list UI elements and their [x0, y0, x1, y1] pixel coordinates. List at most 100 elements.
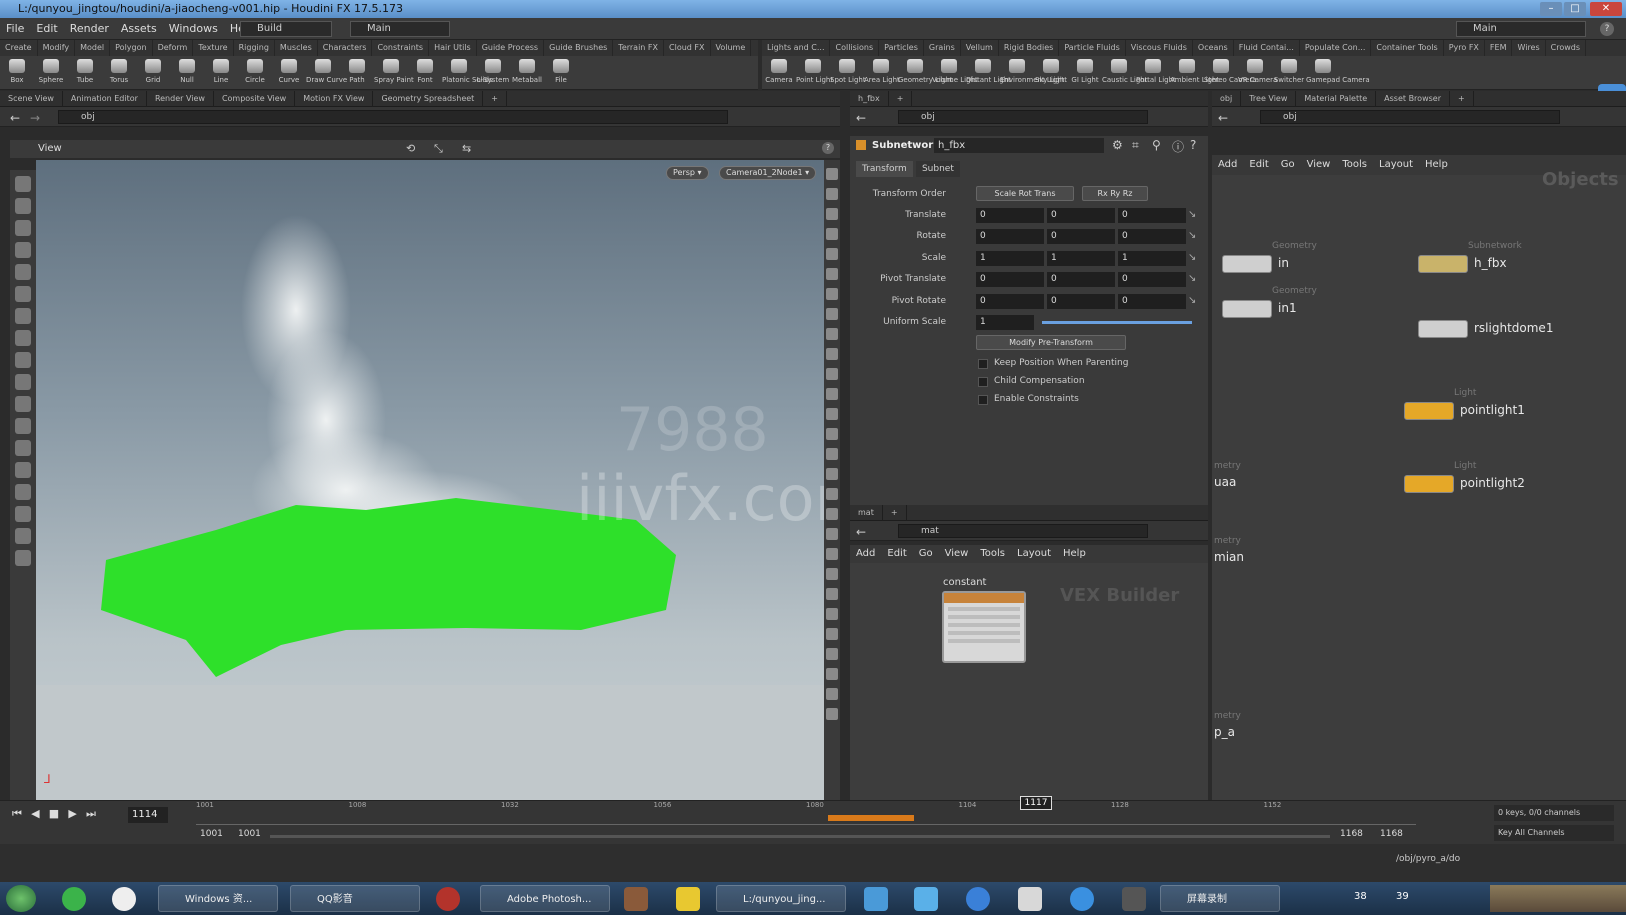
shelf-tool-gamepad-camera[interactable]: Gamepad Camera — [1306, 56, 1370, 89]
uniform-scale-field[interactable]: 1 — [976, 315, 1034, 330]
param-field-x[interactable]: 0 — [976, 229, 1044, 245]
shelf-tab-model[interactable]: Model — [75, 40, 111, 56]
close-button[interactable]: ✕ — [1590, 2, 1622, 16]
net-menu-layout[interactable]: Layout — [1373, 155, 1419, 175]
channel-icon[interactable]: ↘ — [1188, 273, 1196, 284]
display-option-icon[interactable] — [826, 628, 838, 640]
param-field-y[interactable]: 1 — [1047, 250, 1115, 266]
tab-subnet[interactable]: Subnet — [915, 161, 960, 177]
viewer-tool-icon[interactable] — [15, 330, 31, 346]
tab-transform[interactable]: Transform — [856, 161, 913, 177]
shelf-tab-particles[interactable]: Particles — [879, 40, 924, 56]
display-option-icon[interactable] — [826, 228, 838, 240]
display-option-icon[interactable] — [826, 328, 838, 340]
modify-pretransform-button[interactable]: Modify Pre-Transform — [976, 335, 1126, 350]
gear-icon[interactable]: ⚙ — [1112, 138, 1123, 152]
mat-menu-layout[interactable]: Layout — [1011, 545, 1057, 563]
shelf-tab-deform[interactable]: Deform — [153, 40, 194, 56]
film-icon[interactable] — [1122, 887, 1146, 911]
shelf-tab-guide-brushes[interactable]: Guide Brushes — [544, 40, 614, 56]
end-frame[interactable]: 1168 — [1340, 829, 1370, 839]
mat-menu-tools[interactable]: Tools — [974, 545, 1011, 563]
stop-icon[interactable]: ■ — [49, 807, 59, 820]
display-option-icon[interactable] — [826, 208, 838, 220]
persp-menu[interactable]: Persp ▾ — [666, 166, 709, 180]
shelf-tool-sky-light[interactable]: Sky Light — [1034, 56, 1068, 89]
viewer-tool-icon[interactable] — [15, 418, 31, 434]
mat-menu-edit[interactable]: Edit — [881, 545, 912, 563]
tab-render-view[interactable]: Render View — [147, 91, 214, 107]
tab-geometry-spreadsheet[interactable]: Geometry Spreadsheet — [373, 91, 484, 107]
workspace-selector[interactable]: Main — [350, 21, 450, 37]
network-path-field[interactable]: obj — [1260, 110, 1560, 124]
camera-menu[interactable]: Camera01_2Node1 ▾ — [719, 166, 817, 180]
app-icon-4[interactable] — [966, 887, 990, 911]
shelf-tool-point-light[interactable]: Point Light — [796, 56, 833, 89]
channel-icon[interactable]: ↘ — [1188, 295, 1196, 306]
taskbar-qqplayer[interactable]: QQ影音 — [290, 885, 420, 912]
display-option-icon[interactable] — [826, 688, 838, 700]
display-option-icon[interactable] — [826, 548, 838, 560]
param-path-field[interactable]: obj — [898, 110, 1148, 124]
range-slider[interactable] — [270, 835, 1330, 838]
transform-order-menu[interactable]: Scale Rot Trans — [976, 186, 1074, 201]
display-option-icon[interactable] — [826, 668, 838, 680]
net-menu-tools[interactable]: Tools — [1336, 155, 1373, 175]
param-field-z[interactable]: 0 — [1118, 272, 1186, 288]
shelf-tool-caustic-light[interactable]: Caustic Light — [1102, 56, 1148, 89]
display-option-icon[interactable] — [826, 708, 838, 720]
display-option-icon[interactable] — [826, 368, 838, 380]
viewer-tool-icon[interactable] — [15, 440, 31, 456]
param-field-x[interactable]: 0 — [976, 208, 1044, 223]
uniform-scale-slider[interactable] — [1042, 321, 1192, 324]
display-option-icon[interactable] — [826, 408, 838, 420]
taskbar-houdini[interactable]: L:/qunyou_jing... — [716, 885, 846, 912]
node-pointlight2[interactable] — [1404, 475, 1454, 493]
shelf-tool-l-system[interactable]: L-System — [476, 56, 510, 89]
net-menu-help[interactable]: Help — [1419, 155, 1454, 175]
shelf-tab-container-tools[interactable]: Container Tools — [1371, 40, 1444, 56]
shelf-tab-rigid-bodies[interactable]: Rigid Bodies — [999, 40, 1060, 56]
ie-icon[interactable] — [1070, 887, 1094, 911]
display-option-icon[interactable] — [826, 448, 838, 460]
shelf-tool-distant-light[interactable]: Distant Light — [966, 56, 1011, 89]
shelf-tool-platonic-solids[interactable]: Platonic Solids — [442, 56, 493, 89]
node-name-field[interactable]: h_fbx — [934, 138, 1104, 153]
param-field-y[interactable]: 0 — [1047, 229, 1115, 245]
add-tab-icon[interactable]: + — [483, 91, 507, 107]
taskbar-photoshop[interactable]: Adobe Photosh... — [480, 885, 610, 912]
app-icon-5[interactable] — [1018, 887, 1042, 911]
shelf-tool-area-light[interactable]: Area Light — [864, 56, 900, 89]
checkbox-enable-constraints[interactable] — [978, 395, 988, 405]
checkbox-child-compensation[interactable] — [978, 377, 988, 387]
play-icon[interactable]: ▶ — [68, 807, 76, 820]
shelf-tool-torus[interactable]: Torus — [102, 56, 136, 89]
shelf-tab-grains[interactable]: Grains — [924, 40, 961, 56]
shelf-tab-terrain-fx[interactable]: Terrain FX — [613, 40, 665, 56]
houdini-icon[interactable] — [436, 887, 460, 911]
add-tab-icon[interactable]: + — [889, 91, 913, 107]
mat-menu-help[interactable]: Help — [1057, 545, 1092, 563]
viewer-tool-icon[interactable] — [15, 308, 31, 324]
display-option-icon[interactable] — [826, 508, 838, 520]
end-frame-2[interactable]: 1168 — [1380, 829, 1410, 839]
node-in1[interactable] — [1222, 300, 1272, 318]
tab-motion-fx-view[interactable]: Motion FX View — [295, 91, 374, 107]
shelf-tool-path[interactable]: Path — [340, 56, 374, 89]
param-field-z[interactable]: 0 — [1118, 293, 1186, 309]
viewer-tool-icon[interactable] — [15, 506, 31, 522]
shelf-tab-vellum[interactable]: Vellum — [961, 40, 999, 56]
viewer-tool-icon[interactable] — [15, 286, 31, 302]
shelf-tab-populate-con[interactable]: Populate Con... — [1300, 40, 1372, 56]
step-back-icon[interactable]: ◀ — [31, 807, 39, 820]
viewer-tool-icon[interactable] — [15, 396, 31, 412]
back-arrow-icon[interactable]: ← — [856, 111, 866, 125]
shelf-tab-viscous-fluids[interactable]: Viscous Fluids — [1126, 40, 1193, 56]
param-field-z[interactable]: 0 — [1118, 229, 1186, 245]
back-arrow-icon[interactable]: ← — [10, 111, 20, 125]
current-frame-field[interactable]: 1114 — [128, 807, 168, 823]
object-network[interactable]: Add Edit Go View Tools Layout Help Objects Geo… — [1212, 155, 1626, 800]
channel-icon[interactable]: ↘ — [1188, 230, 1196, 241]
shelf-tool-grid[interactable]: Grid — [136, 56, 170, 89]
display-option-icon[interactable] — [826, 168, 838, 180]
